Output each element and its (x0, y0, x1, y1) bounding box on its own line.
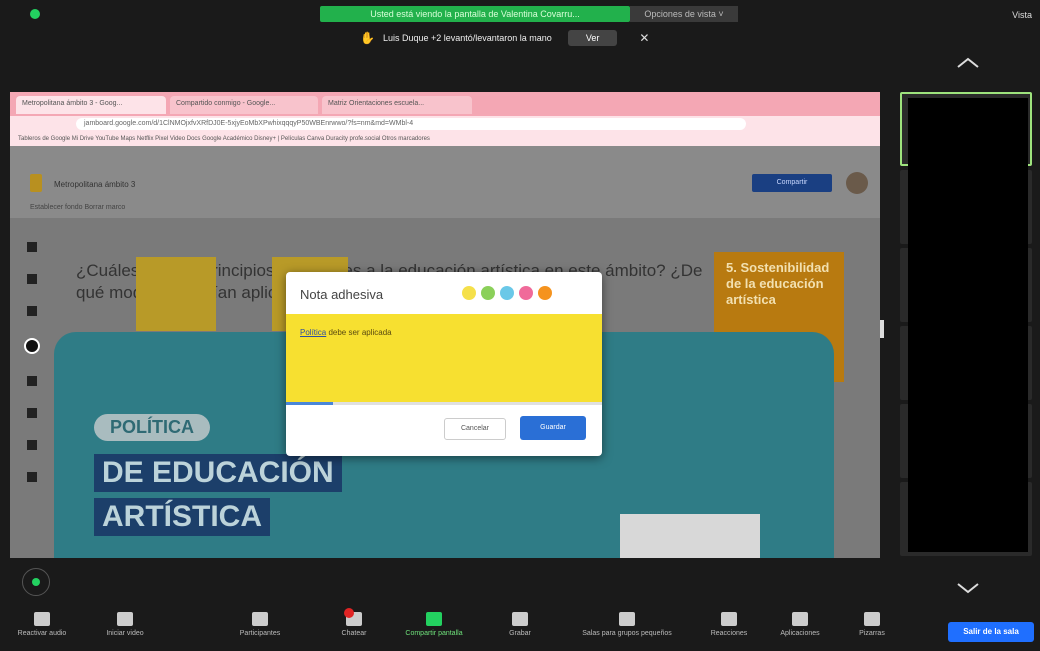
video-button[interactable]: Iniciar video (100, 612, 150, 637)
zoom-window: Usted está viendo la pantalla de Valenti… (0, 0, 1040, 651)
scroll-down-chevron-icon[interactable] (955, 575, 981, 601)
color-picker (462, 286, 552, 300)
share-screen-button[interactable]: Compartir pantalla (392, 612, 476, 637)
circle-tool-icon[interactable] (27, 408, 37, 418)
raised-hand-notification: ✋ Luis Duque +2 levantó/levantaron la ma… (360, 28, 649, 48)
leave-room-button[interactable]: Salir de la sala (948, 622, 1034, 642)
note-text: debe ser aplicada (326, 328, 392, 337)
browser-tab-bar: Metropolitana ámbito 3 - Goog... Compart… (10, 92, 880, 116)
apps-label: Aplicaciones (780, 630, 820, 637)
redacted-participants (908, 98, 1028, 552)
url-input[interactable]: jamboard.google.com/d/1ClNMOjxfvXRfDJ0E-… (76, 118, 746, 130)
participants-button[interactable]: Participantes (228, 612, 292, 637)
user-avatar[interactable] (846, 172, 868, 194)
sticky-note-tool-icon[interactable] (24, 338, 40, 354)
jamboard-share-button[interactable]: Compartir (752, 174, 832, 192)
dialog-progress-fill (286, 402, 334, 405)
share-screen-icon (426, 612, 442, 626)
whiteboard-icon (864, 612, 880, 626)
bookmarks-bar: Tableros de Google Mi Drive YouTube Maps… (10, 132, 880, 146)
apps-icon (792, 612, 808, 626)
color-swatch-blue[interactable] (500, 286, 514, 300)
zoom-toolbar: Reactivar audio Iniciar video Participan… (0, 604, 1040, 651)
mute-label: Reactivar audio (17, 630, 67, 637)
note-link-word: Política (300, 328, 327, 337)
jamboard-title[interactable]: Metropolitana ámbito 3 (54, 180, 135, 189)
chat-button[interactable]: Chatear (332, 608, 376, 637)
whiteboard-button[interactable]: Pizarras (850, 612, 894, 637)
sticky-note-text-area[interactable]: Política debe ser aplicada (286, 314, 602, 402)
reactions-label: Reacciones (710, 630, 748, 637)
record-label: Grabar (509, 630, 531, 637)
security-shield-icon[interactable] (30, 9, 40, 19)
sticky-note-dialog: Nota adhesiva Política debe ser aplicada… (286, 272, 602, 456)
laser-tool-icon[interactable] (27, 472, 37, 482)
breakout-rooms-button[interactable]: Salas para grupos pequeños (560, 612, 694, 637)
dialog-title: Nota adhesiva (300, 287, 384, 302)
close-notification-icon[interactable]: ✕ (639, 31, 649, 45)
chat-label: Chatear (341, 630, 367, 637)
cancel-button[interactable]: Cancelar (444, 418, 506, 440)
mute-button[interactable]: Reactivar audio (14, 612, 70, 637)
browser-tab-1[interactable]: Compartido conmigo - Google... (170, 96, 318, 114)
share-screen-label: Compartir pantalla (405, 630, 463, 637)
raised-hand-icon: ✋ (360, 31, 375, 45)
video-label: Iniciar video (106, 630, 144, 637)
poster-pill: POLÍTICA (94, 414, 210, 441)
textbox-tool-icon[interactable] (27, 440, 37, 450)
record-button[interactable]: Grabar (500, 612, 540, 637)
color-swatch-green[interactable] (481, 286, 495, 300)
scroll-up-chevron-icon[interactable] (955, 50, 981, 76)
reactions-button[interactable]: Reacciones (704, 612, 754, 637)
piano-illustration (620, 514, 760, 558)
participants-icon (252, 612, 268, 626)
sticky-note[interactable] (136, 257, 216, 331)
color-swatch-yellow[interactable] (462, 286, 476, 300)
poster-line-2: ARTÍSTICA (94, 498, 270, 536)
browser-tab-0[interactable]: Metropolitana ámbito 3 - Goog... (16, 96, 166, 114)
video-off-icon (117, 612, 133, 626)
jamboard-header: Metropolitana ámbito 3 Compartir Estable… (10, 146, 880, 218)
microphone-muted-icon (34, 612, 50, 626)
jamboard-tools (22, 242, 42, 482)
share-status-icon[interactable] (22, 568, 50, 596)
jamboard-logo-icon (30, 174, 42, 192)
color-swatch-orange[interactable] (538, 286, 552, 300)
reactions-icon (721, 612, 737, 626)
dialog-progress-bar (286, 402, 602, 405)
browser-tab-2[interactable]: Matriz Orientaciones escuela... (322, 96, 472, 114)
record-icon (512, 612, 528, 626)
chat-unread-badge (344, 608, 354, 618)
share-banner: Usted está viendo la pantalla de Valenti… (320, 6, 630, 22)
save-button[interactable]: Guardar (520, 416, 586, 440)
splitter-handle[interactable] (880, 320, 884, 338)
poster-line-1: DE EDUCACIÓN (94, 454, 342, 492)
breakout-rooms-icon (619, 612, 635, 626)
pen-tool-icon[interactable] (27, 242, 37, 252)
jamboard-toolbar[interactable]: Establecer fondo Borrar marco (30, 204, 125, 211)
whiteboard-label: Pizarras (859, 630, 885, 637)
participants-label: Participantes (239, 630, 281, 637)
browser-address-bar: jamboard.google.com/d/1ClNMOjxfvXRfDJ0E-… (10, 116, 880, 132)
apps-button[interactable]: Aplicaciones (770, 612, 830, 637)
select-tool-icon[interactable] (27, 306, 37, 316)
ver-button[interactable]: Ver (567, 30, 618, 46)
color-swatch-pink[interactable] (519, 286, 533, 300)
eraser-tool-icon[interactable] (27, 274, 37, 284)
breakout-rooms-label: Salas para grupos pequeños (582, 630, 672, 637)
raised-hand-text: Luis Duque +2 levantó/levantaron la mano (382, 33, 552, 43)
image-tool-icon[interactable] (27, 376, 37, 386)
vista-button[interactable]: Vista (1012, 10, 1032, 20)
view-options-button[interactable]: Opciones de vista ˅ (630, 6, 738, 22)
shared-screen: Metropolitana ámbito 3 - Goog... Compart… (10, 92, 880, 558)
